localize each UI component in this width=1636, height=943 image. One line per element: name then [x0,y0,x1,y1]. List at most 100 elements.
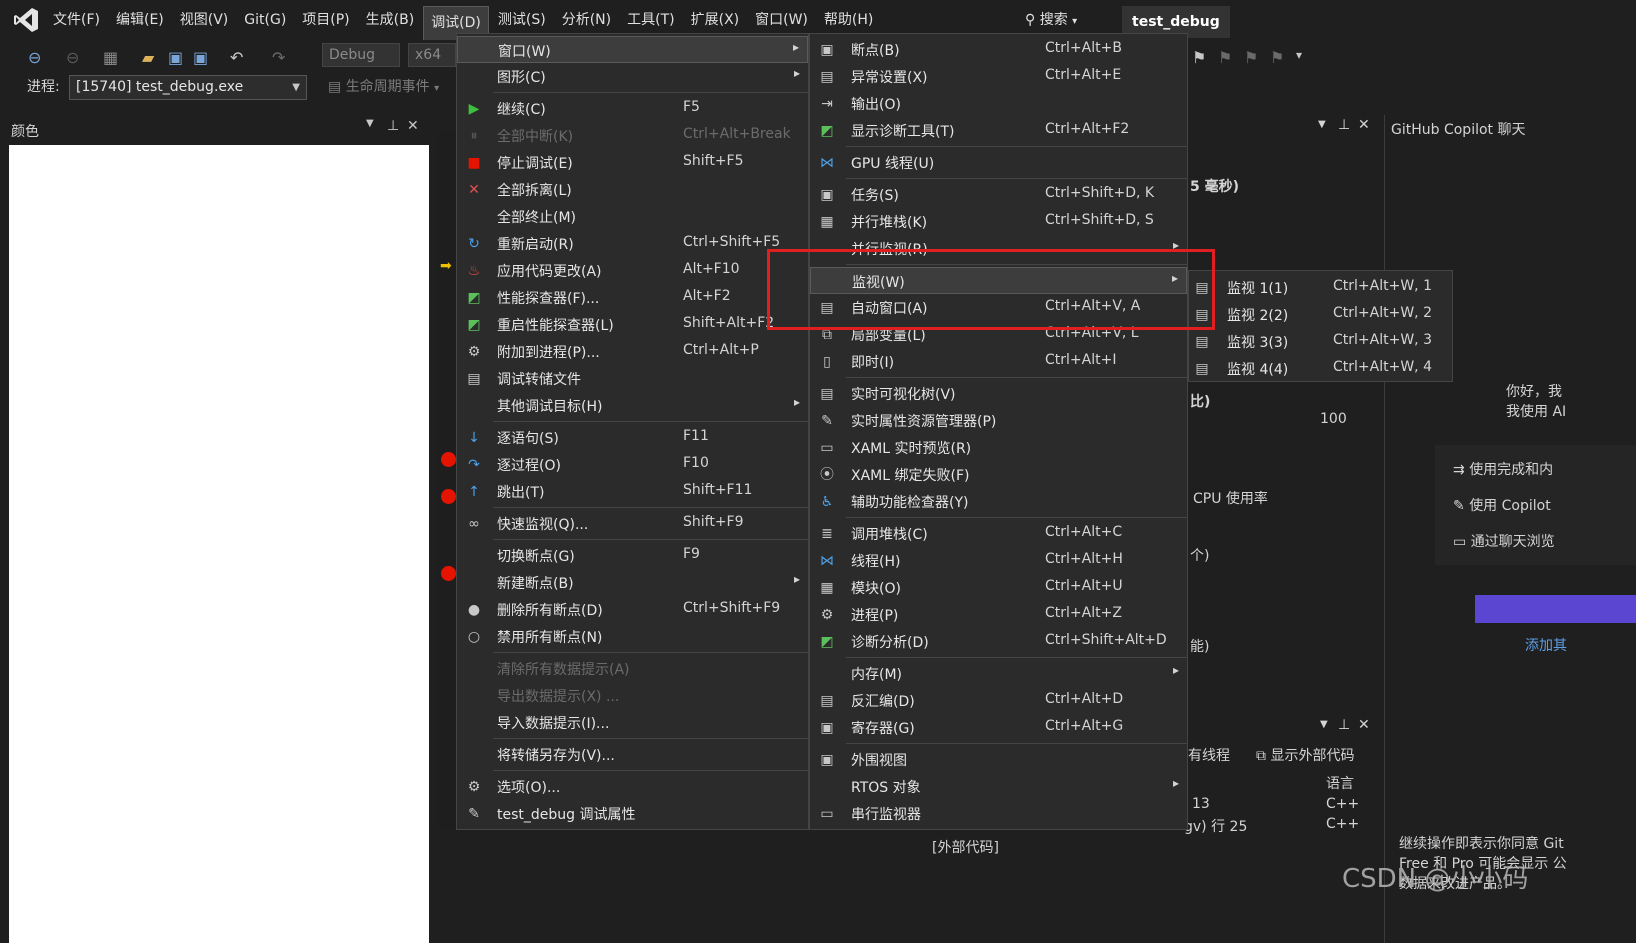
menu-item[interactable]: 文件(F) [46,0,107,40]
menu-item[interactable]: 图形(C) ▸ [457,63,808,90]
menu-item[interactable]: ▯ 即时(I) Ctrl+Alt+I [810,348,1187,375]
menu-item[interactable]: ■ 停止调试(E) Shift+F5 [457,149,808,176]
menu-item[interactable]: ⚙ 附加到进程(P)... Ctrl+Alt+P [457,338,808,365]
breakpoint-marker[interactable] [441,489,456,504]
menu-item[interactable]: ✎ test_debug 调试属性 [457,800,808,827]
menu-item[interactable]: ▭ 串行监视器 [810,800,1187,827]
menu-item[interactable]: 将转储另存为(V)... [457,741,808,768]
copilot-option-3[interactable]: ▭ 通过聊天浏览 [1453,531,1555,551]
menu-item[interactable]: ▤ 监视 2(2) Ctrl+Alt+W, 2 [1189,301,1452,328]
copilot-signin-button[interactable] [1475,595,1636,623]
menu-item[interactable]: ▣ 任务(S) Ctrl+Shift+D, K [810,181,1187,208]
threads-label[interactable]: 有线程 [1188,745,1230,765]
menu-item[interactable]: ↷ 逐过程(O) F10 [457,451,808,478]
forward-icon[interactable]: ⊖ [66,48,79,67]
menu-item[interactable]: ▭ XAML 实时预览(R) [810,434,1187,461]
menu-item[interactable]: ○ 禁用所有断点(N) [457,623,808,650]
menu-item[interactable]: ▤ 监视 3(3) Ctrl+Alt+W, 3 [1189,328,1452,355]
menu-item[interactable]: ♿ 辅助功能检查器(Y) [810,488,1187,515]
platform-select[interactable]: x64 [408,43,456,67]
back-icon[interactable]: ⊖ [28,48,41,67]
menu-item[interactable]: ↻ 重新启动(R) Ctrl+Shift+F5 [457,230,808,257]
menu-item[interactable]: RTOS 对象 ▸ [810,773,1187,800]
close-icon[interactable]: ✕ [1358,117,1370,133]
menu-item[interactable]: 导出数据提示(X) ... [457,682,808,709]
menu-item[interactable]: ⋈ 线程(H) Ctrl+Alt+H [810,547,1187,574]
menu-item[interactable]: ↑ 跳出(T) Shift+F11 [457,478,808,505]
cpu-usage-tab[interactable]: CPU 使用率 [1193,488,1268,508]
menu-item[interactable]: ⚙ 选项(O)... [457,773,808,800]
menu-item[interactable]: ✎ 实时属性资源管理器(P) [810,407,1187,434]
bookmark-prev-icon[interactable]: ⚑ [1218,48,1232,67]
menu-item[interactable]: ⏸ 全部中断(K) Ctrl+Alt+Break [457,122,808,149]
menu-item[interactable]: ✕ 全部拆离(L) [457,176,808,203]
menu-item[interactable]: Git(G) [237,0,293,40]
save-all-icon[interactable]: ▣ [193,48,208,67]
menu-item[interactable]: ▣ 外围视图 [810,746,1187,773]
process-select[interactable]: [15740] test_debug.exe ▼ [69,75,307,100]
menu-item[interactable]: ♨ 应用代码更改(A) Alt+F10 [457,257,808,284]
menu-item[interactable]: 窗口(W) ▸ [457,36,808,63]
configuration-select[interactable]: Debug [322,43,400,67]
bookmark-icon[interactable]: ⚑ [1192,48,1206,67]
menu-item[interactable]: ▤ 调试转储文件 [457,365,808,392]
menu-item[interactable]: 切换断点(G) F9 [457,542,808,569]
callstack-row-external[interactable]: [外部代码] [932,837,999,857]
column-header-language[interactable]: 语言 [1326,773,1354,793]
menu-item[interactable]: ◩ 显示诊断工具(T) Ctrl+Alt+F2 [810,117,1187,144]
open-folder-icon[interactable]: ▰ [142,48,154,67]
menu-item[interactable]: ▶ 继续(C) F5 [457,95,808,122]
menu-item[interactable]: 其他调试目标(H) ▸ [457,392,808,419]
show-external-code-button[interactable]: ⧉ 显示外部代码 [1256,745,1354,765]
panel-menu-icon[interactable]: ▼ [1320,719,1328,730]
menu-item[interactable]: 导入数据提示(I)... [457,709,808,736]
redo-icon[interactable]: ↷ [272,48,285,67]
menu-item[interactable]: ● 删除所有断点(D) Ctrl+Shift+F9 [457,596,808,623]
menu-item[interactable]: ≣ 调用堆栈(C) Ctrl+Alt+C [810,520,1187,547]
pin-icon[interactable]: ⊥ [387,118,399,134]
menu-item[interactable]: ▣ 断点(B) Ctrl+Alt+B [810,36,1187,63]
menu-item[interactable]: 清除所有数据提示(A) [457,655,808,682]
close-icon[interactable]: ✕ [1358,717,1370,733]
menu-item[interactable]: 项目(P) [295,0,356,40]
menu-item[interactable]: ▦ 模块(O) Ctrl+Alt+U [810,574,1187,601]
menu-item[interactable]: ↓ 逐语句(S) F11 [457,424,808,451]
bookmark-next-icon[interactable]: ⚑ [1244,48,1258,67]
menu-item[interactable]: 全部终止(M) [457,203,808,230]
bookmark-clear-icon[interactable]: ⚑ [1270,48,1284,67]
add-link[interactable]: 添加其 [1525,635,1567,655]
menu-item[interactable]: 视图(V) [173,0,236,40]
menu-item[interactable]: 内存(M) ▸ [810,660,1187,687]
menu-item[interactable]: ◩ 重启性能探查器(L) Shift+Alt+F2 [457,311,808,338]
menu-item[interactable]: ⋈ GPU 线程(U) [810,149,1187,176]
pin-icon[interactable]: ⊥ [1338,117,1350,133]
menu-item[interactable]: ▤ 监视 1(1) Ctrl+Alt+W, 1 [1189,274,1452,301]
toolbar-overflow-icon[interactable]: ▾ [1296,48,1302,62]
panel-menu-icon[interactable]: ▼ [1318,119,1326,130]
menu-item[interactable]: ▣ 寄存器(G) Ctrl+Alt+G [810,714,1187,741]
menu-item[interactable]: ◩ 性能探查器(F)... Alt+F2 [457,284,808,311]
menu-item[interactable]: ∞ 快速监视(Q)... Shift+F9 [457,510,808,537]
breakpoint-marker[interactable] [441,566,456,581]
menu-item[interactable]: 新建断点(B) ▸ [457,569,808,596]
menu-item[interactable]: ⦿ XAML 绑定失败(F) [810,461,1187,488]
copilot-option-2[interactable]: ✎ 使用 Copilot [1453,495,1551,515]
lifecycle-events-button[interactable]: ▤ 生命周期事件 ▾ [328,76,439,96]
menu-item[interactable]: ⚙ 进程(P) Ctrl+Alt+Z [810,601,1187,628]
copilot-option-1[interactable]: ⇉ 使用完成和内 [1453,459,1553,479]
search-button[interactable]: ⚲ 搜索 ▾ [1025,8,1077,32]
menu-item[interactable]: ▤ 监视 4(4) Ctrl+Alt+W, 4 [1189,355,1452,382]
menu-item[interactable]: ▤ 实时可视化树(V) [810,380,1187,407]
save-icon[interactable]: ▣ [168,48,183,67]
undo-icon[interactable]: ↶ [230,48,243,67]
menu-item[interactable]: ▤ 异常设置(X) Ctrl+Alt+E [810,63,1187,90]
menu-item[interactable]: ▦ 并行堆栈(K) Ctrl+Shift+D, S [810,208,1187,235]
menu-item[interactable]: 编辑(E) [109,0,171,40]
menu-item[interactable]: ⇥ 输出(O) [810,90,1187,117]
new-project-icon[interactable]: ▦ [103,48,118,67]
callstack-row-1[interactable]: 13 [1192,796,1210,812]
menu-item[interactable]: ▤ 反汇编(D) Ctrl+Alt+D [810,687,1187,714]
menu-item[interactable]: 生成(B) [359,0,422,40]
callstack-row-2[interactable]: gv) 行 25 [1184,816,1247,836]
panel-menu-icon[interactable]: ▼ [366,118,374,129]
